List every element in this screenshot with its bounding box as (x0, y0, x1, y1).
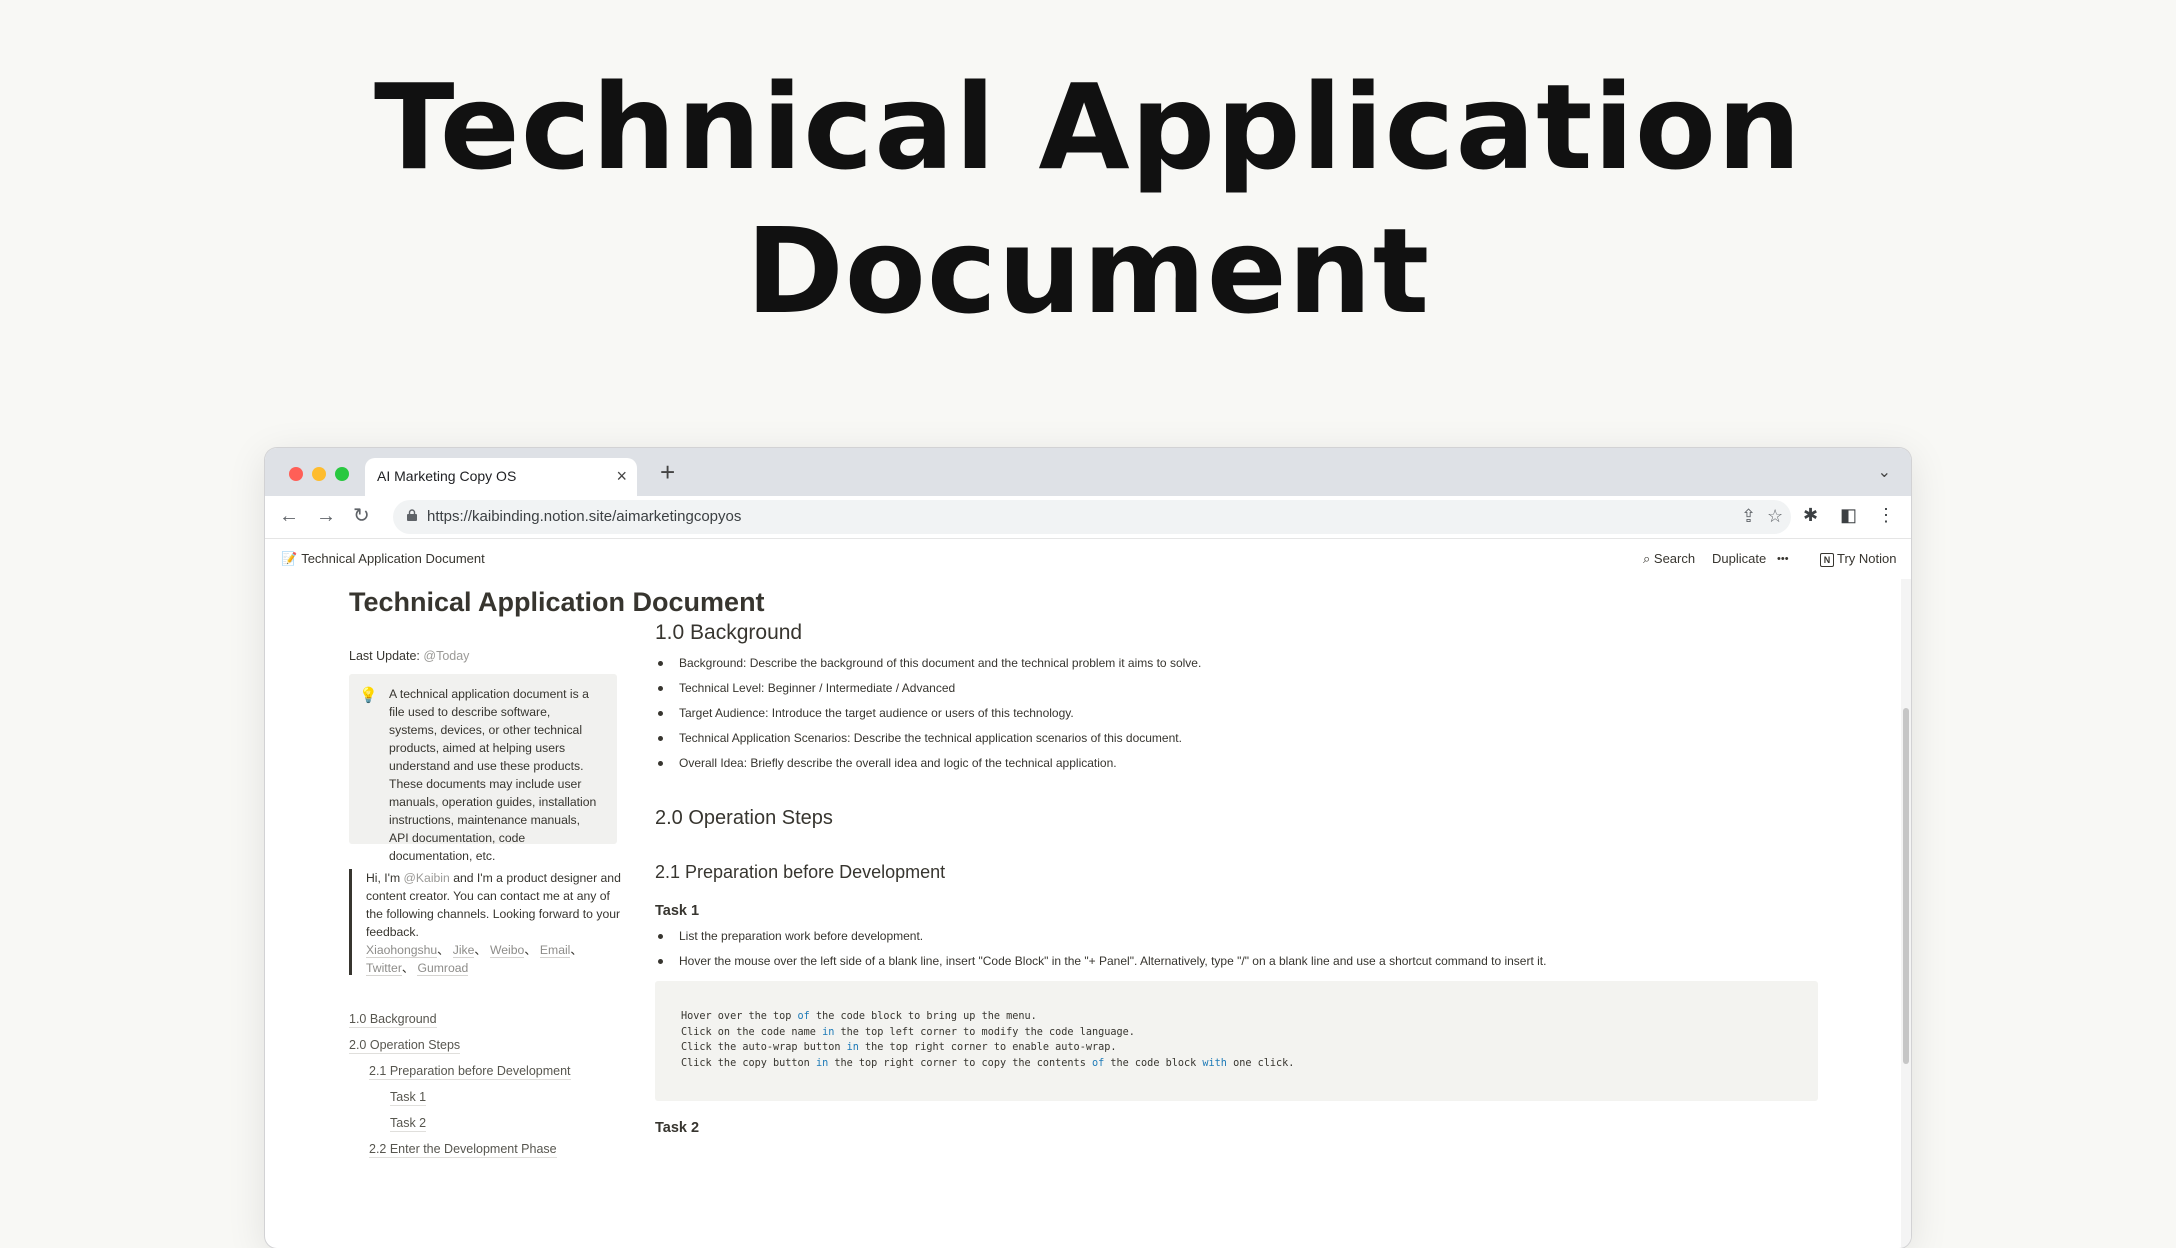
share-icon[interactable]: ⇪ (1741, 506, 1756, 527)
list-item: Technical Application Scenarios: Describ… (657, 728, 1201, 753)
code-line: Click on the code name in the top left c… (681, 1026, 1135, 1038)
toc-item-task-2[interactable]: Task 2 (390, 1115, 427, 1132)
main-column: 1.0 Background Background: Describe the … (655, 579, 1818, 1248)
lock-icon (407, 509, 417, 521)
callout: 💡 A technical application document is a … (349, 674, 617, 863)
code-keyword: in (815, 1057, 829, 1069)
list-item: Hover the mouse over the left side of a … (657, 951, 1546, 976)
scrollbar-thumb[interactable] (1903, 708, 1909, 1064)
heading-preparation: 2.1 Preparation before Development (655, 862, 946, 882)
last-update-label: Last Update: (349, 649, 420, 663)
memo-icon: 📝 (281, 551, 298, 566)
toc-item-preparation[interactable]: 2.1 Preparation before Development (369, 1063, 571, 1080)
code-keyword: of (797, 1011, 810, 1022)
code-line: Click the copy button in the top right c… (681, 1057, 1295, 1069)
close-window-button[interactable] (289, 467, 303, 481)
list-item: Overall Idea: Briefly describe the overa… (657, 753, 1201, 778)
toc-item-operation-steps[interactable]: 2.0 Operation Steps (349, 1037, 461, 1054)
url-text: https://kaibinding.notion.site/aimarketi… (427, 508, 742, 525)
new-tab-button[interactable]: + (660, 458, 675, 486)
reload-icon[interactable]: ↻ (353, 504, 370, 528)
breadcrumb[interactable]: 📝 Technical Application Document (281, 551, 485, 567)
list-item: Technical Level: Beginner / Intermediate… (657, 678, 1201, 703)
contact-quote: Hi, I'm @Kaibin and I'm a product design… (349, 869, 626, 976)
notion-logo-icon: N (1820, 553, 1834, 567)
tab-search-chevron-icon[interactable]: ⌄ (1878, 462, 1891, 482)
code-keyword: in (822, 1026, 835, 1038)
toc-item-background[interactable]: 1.0 Background (349, 1011, 437, 1028)
code-line: Hover over the top of the code block to … (681, 1011, 1037, 1022)
extensions-puzzle-icon[interactable]: ✱ (1803, 505, 1818, 526)
list-item: List the preparation work before develop… (657, 926, 1546, 951)
code-keyword: of (1091, 1057, 1105, 1069)
breadcrumb-label: Technical Application Document (301, 551, 485, 566)
minimize-window-button[interactable] (312, 467, 326, 481)
heading-task-2: Task 2 (655, 1120, 700, 1136)
task-1-list: List the preparation work before develop… (657, 926, 1546, 976)
forward-arrow-icon[interactable]: → (316, 504, 336, 528)
maximize-window-button[interactable] (335, 467, 349, 481)
duplicate-button[interactable]: Duplicate (1712, 551, 1766, 566)
link-xiaohongshu[interactable]: Xiaohongshu (366, 943, 438, 958)
background-list: Background: Describe the background of t… (657, 653, 1201, 778)
try-notion-button[interactable]: N Try Notion (1820, 551, 1896, 567)
browser-menu-icon[interactable]: ⋮ (1877, 505, 1895, 526)
link-weibo[interactable]: Weibo (490, 943, 525, 958)
page-content: Technical Application Document Last Upda… (265, 579, 1911, 1248)
link-email[interactable]: Email (539, 943, 571, 958)
bookmark-star-icon[interactable]: ☆ (1767, 506, 1783, 527)
author-mention[interactable]: @Kaibin (404, 871, 450, 885)
toc-item-development-phase[interactable]: 2.2 Enter the Development Phase (369, 1141, 557, 1158)
back-arrow-icon[interactable]: ← (279, 504, 299, 528)
more-options-icon[interactable]: ••• (1777, 553, 1789, 565)
hero-title: Technical Application Document (0, 55, 2176, 343)
browser-tab[interactable]: AI Marketing Copy OS × (365, 458, 637, 496)
heading-background: 1.0 Background (655, 621, 803, 644)
notion-topbar: 📝 Technical Application Document ⌕ Search… (265, 539, 1911, 579)
code-block[interactable]: Hover over the top of the code block to … (655, 981, 1818, 1101)
list-item: Background: Describe the background of t… (657, 653, 1201, 678)
hero-title-line-2: Document (745, 202, 1431, 340)
side-panel-icon[interactable]: ◧ (1840, 505, 1857, 526)
last-update-value: @Today (423, 649, 470, 663)
search-label: Search (1653, 551, 1696, 566)
toc-item-task-1[interactable]: Task 1 (390, 1089, 427, 1106)
code-keyword: with (1202, 1057, 1227, 1069)
lightbulb-icon: 💡 (359, 687, 378, 704)
link-twitter[interactable]: Twitter (366, 961, 402, 976)
tab-title: AI Marketing Copy OS (377, 468, 517, 484)
try-notion-label: Try Notion (1837, 551, 1897, 566)
code-line: Click the auto-wrap button in the top ri… (681, 1042, 1117, 1053)
hero-title-line-1: Technical Application (373, 58, 1802, 196)
callout-text: A technical application document is a fi… (389, 687, 597, 863)
link-jike[interactable]: Jike (452, 943, 475, 958)
code-keyword: in (846, 1042, 859, 1053)
code-content: Hover over the top of the code block to … (681, 1009, 1294, 1071)
heading-task-1: Task 1 (655, 903, 700, 919)
browser-window: AI Marketing Copy OS × + ⌄ ← → ↻ https:/… (265, 448, 1911, 1248)
address-bar[interactable]: https://kaibinding.notion.site/aimarketi… (393, 500, 1791, 534)
link-gumroad[interactable]: Gumroad (417, 961, 469, 976)
last-update: Last Update: @Today (349, 649, 469, 663)
tab-close-icon[interactable]: × (616, 466, 627, 486)
tab-bar: AI Marketing Copy OS × + ⌄ (265, 448, 1911, 496)
search-button[interactable]: ⌕ Search (1643, 551, 1695, 567)
heading-operation-steps: 2.0 Operation Steps (655, 807, 833, 829)
list-item: Target Audience: Introduce the target au… (657, 703, 1201, 728)
quote-text-pre: Hi, I'm (366, 871, 404, 885)
search-icon: ⌕ (1643, 551, 1651, 566)
browser-toolbar: ← → ↻ https://kaibinding.notion.site/aim… (265, 496, 1911, 539)
